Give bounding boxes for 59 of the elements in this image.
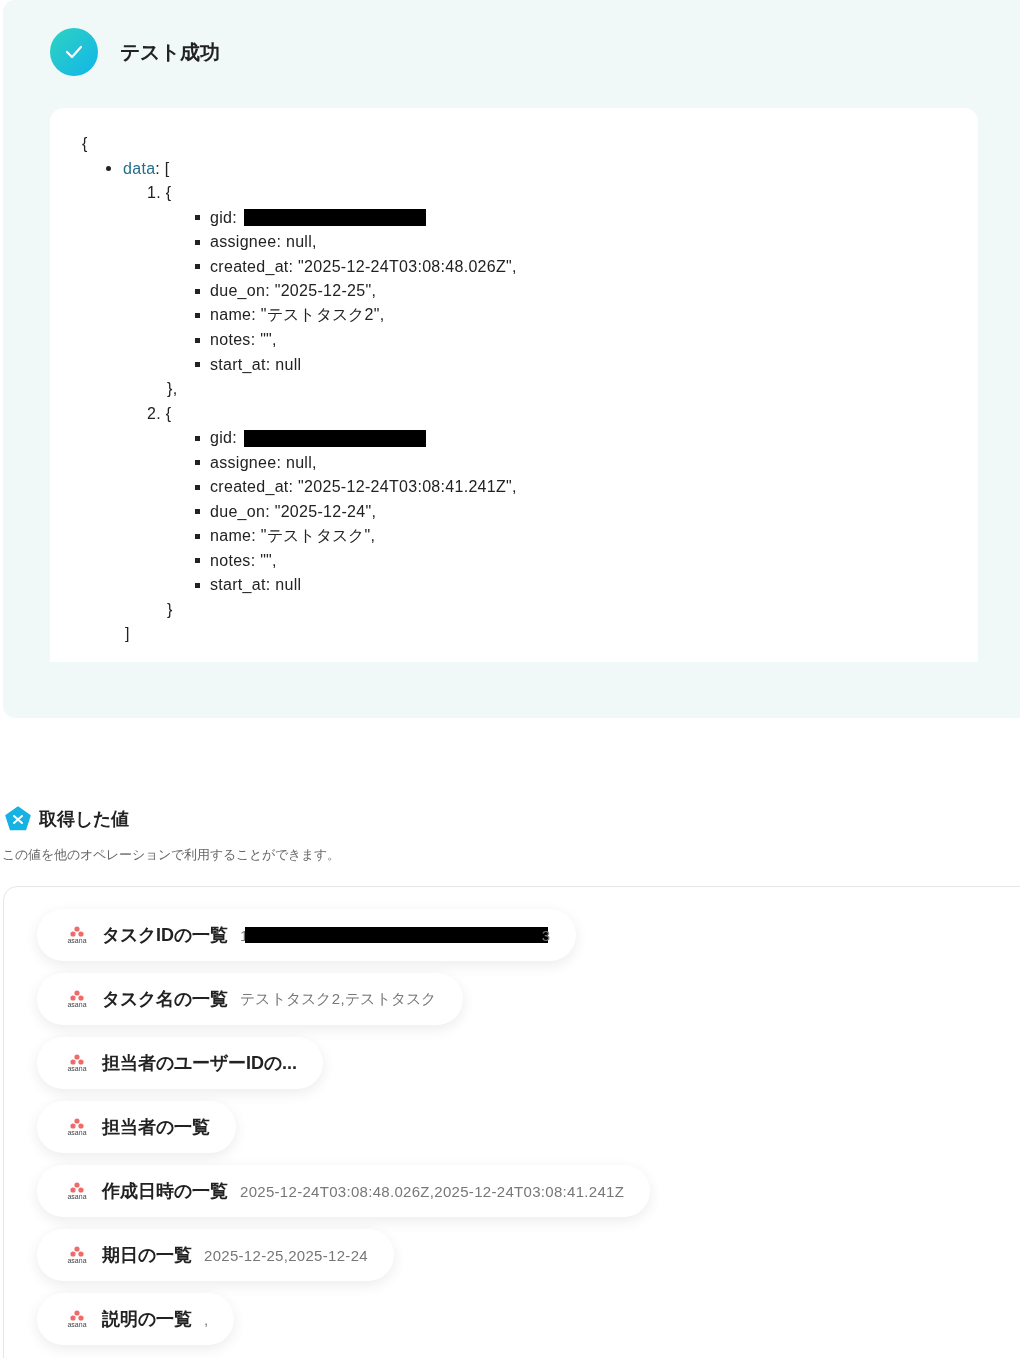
- three-dots-icon: [70, 925, 84, 937]
- chip-value: 2025-12-25,2025-12-24: [204, 1246, 368, 1264]
- field-text: notes: "",: [210, 331, 277, 350]
- chip-value: テストタスク2,テストタスク: [240, 989, 437, 1009]
- section-description: この値を他のオペレーションで利用することができます。: [2, 846, 341, 864]
- three-dots-icon: [70, 1309, 84, 1321]
- chip-label: 担当者の一覧: [102, 1116, 210, 1139]
- field-text: name: "テストタスク2",: [210, 305, 385, 326]
- three-dots-icon: [70, 989, 84, 1001]
- chip-label: タスク名の一覧: [102, 988, 228, 1011]
- code-key: data: [: [123, 159, 170, 178]
- bullet-icon: [195, 509, 200, 515]
- field-text: created_at: "2025-12-24T03:08:41.241Z",: [210, 478, 517, 497]
- bullet-icon: [195, 288, 200, 294]
- variable-icon: [5, 806, 31, 832]
- bullet-icon: [195, 558, 200, 564]
- bullet-icon: [195, 362, 200, 368]
- code-brace: }: [167, 600, 173, 619]
- field-text: start_at: null: [210, 355, 302, 374]
- result-title: テスト成功: [120, 39, 220, 65]
- bullet-icon: [195, 215, 200, 221]
- field-text: name: "テストタスク",: [210, 525, 376, 546]
- field-text: due_on: "2025-12-24",: [210, 502, 377, 521]
- bullet-icon: [195, 264, 200, 270]
- field-text: assignee: null,: [210, 233, 317, 252]
- code-brace: },: [167, 380, 178, 399]
- three-dots-icon: [70, 1117, 84, 1129]
- three-dots-icon: [70, 1245, 84, 1257]
- chip-label: 作成日時の一覧: [102, 1180, 228, 1203]
- bullet-icon: [195, 582, 200, 588]
- chip-value: 2025-12-24T03:08:48.026Z,2025-12-24T03:08:41.241Z: [240, 1182, 625, 1200]
- field-text: gid:: [210, 208, 237, 227]
- item-number: 1. {: [147, 184, 172, 203]
- code-bracket: ]: [125, 625, 130, 644]
- field-text: start_at: null: [210, 576, 302, 595]
- three-dots-icon: [70, 1181, 84, 1193]
- chip-value: ,: [204, 1310, 209, 1328]
- bullet-icon: [195, 533, 200, 539]
- field-text: assignee: null,: [210, 453, 317, 472]
- bullet-icon: [195, 435, 200, 441]
- bullet-icon: [195, 484, 200, 490]
- bullet-icon: [106, 166, 111, 172]
- bullet-icon: [195, 313, 200, 319]
- item-number: 2. {: [147, 404, 172, 423]
- field-text: gid:: [210, 429, 237, 448]
- check-icon: [50, 28, 98, 76]
- code-brace: {: [82, 135, 88, 154]
- chip-label: 担当者のユーザーIDの...: [102, 1052, 297, 1075]
- chip-label: 期日の一覧: [102, 1244, 192, 1267]
- chip-label: タスクIDの一覧: [102, 924, 228, 947]
- field-text: notes: "",: [210, 551, 277, 570]
- field-text: due_on: "2025-12-25",: [210, 282, 377, 301]
- bullet-icon: [195, 239, 200, 245]
- bullet-icon: [195, 460, 200, 466]
- chip-label: 説明の一覧: [102, 1308, 192, 1331]
- section-title: 取得した値: [39, 808, 129, 831]
- bullet-icon: [195, 337, 200, 343]
- three-dots-icon: [70, 1053, 84, 1065]
- field-text: created_at: "2025-12-24T03:08:48.026Z",: [210, 257, 517, 276]
